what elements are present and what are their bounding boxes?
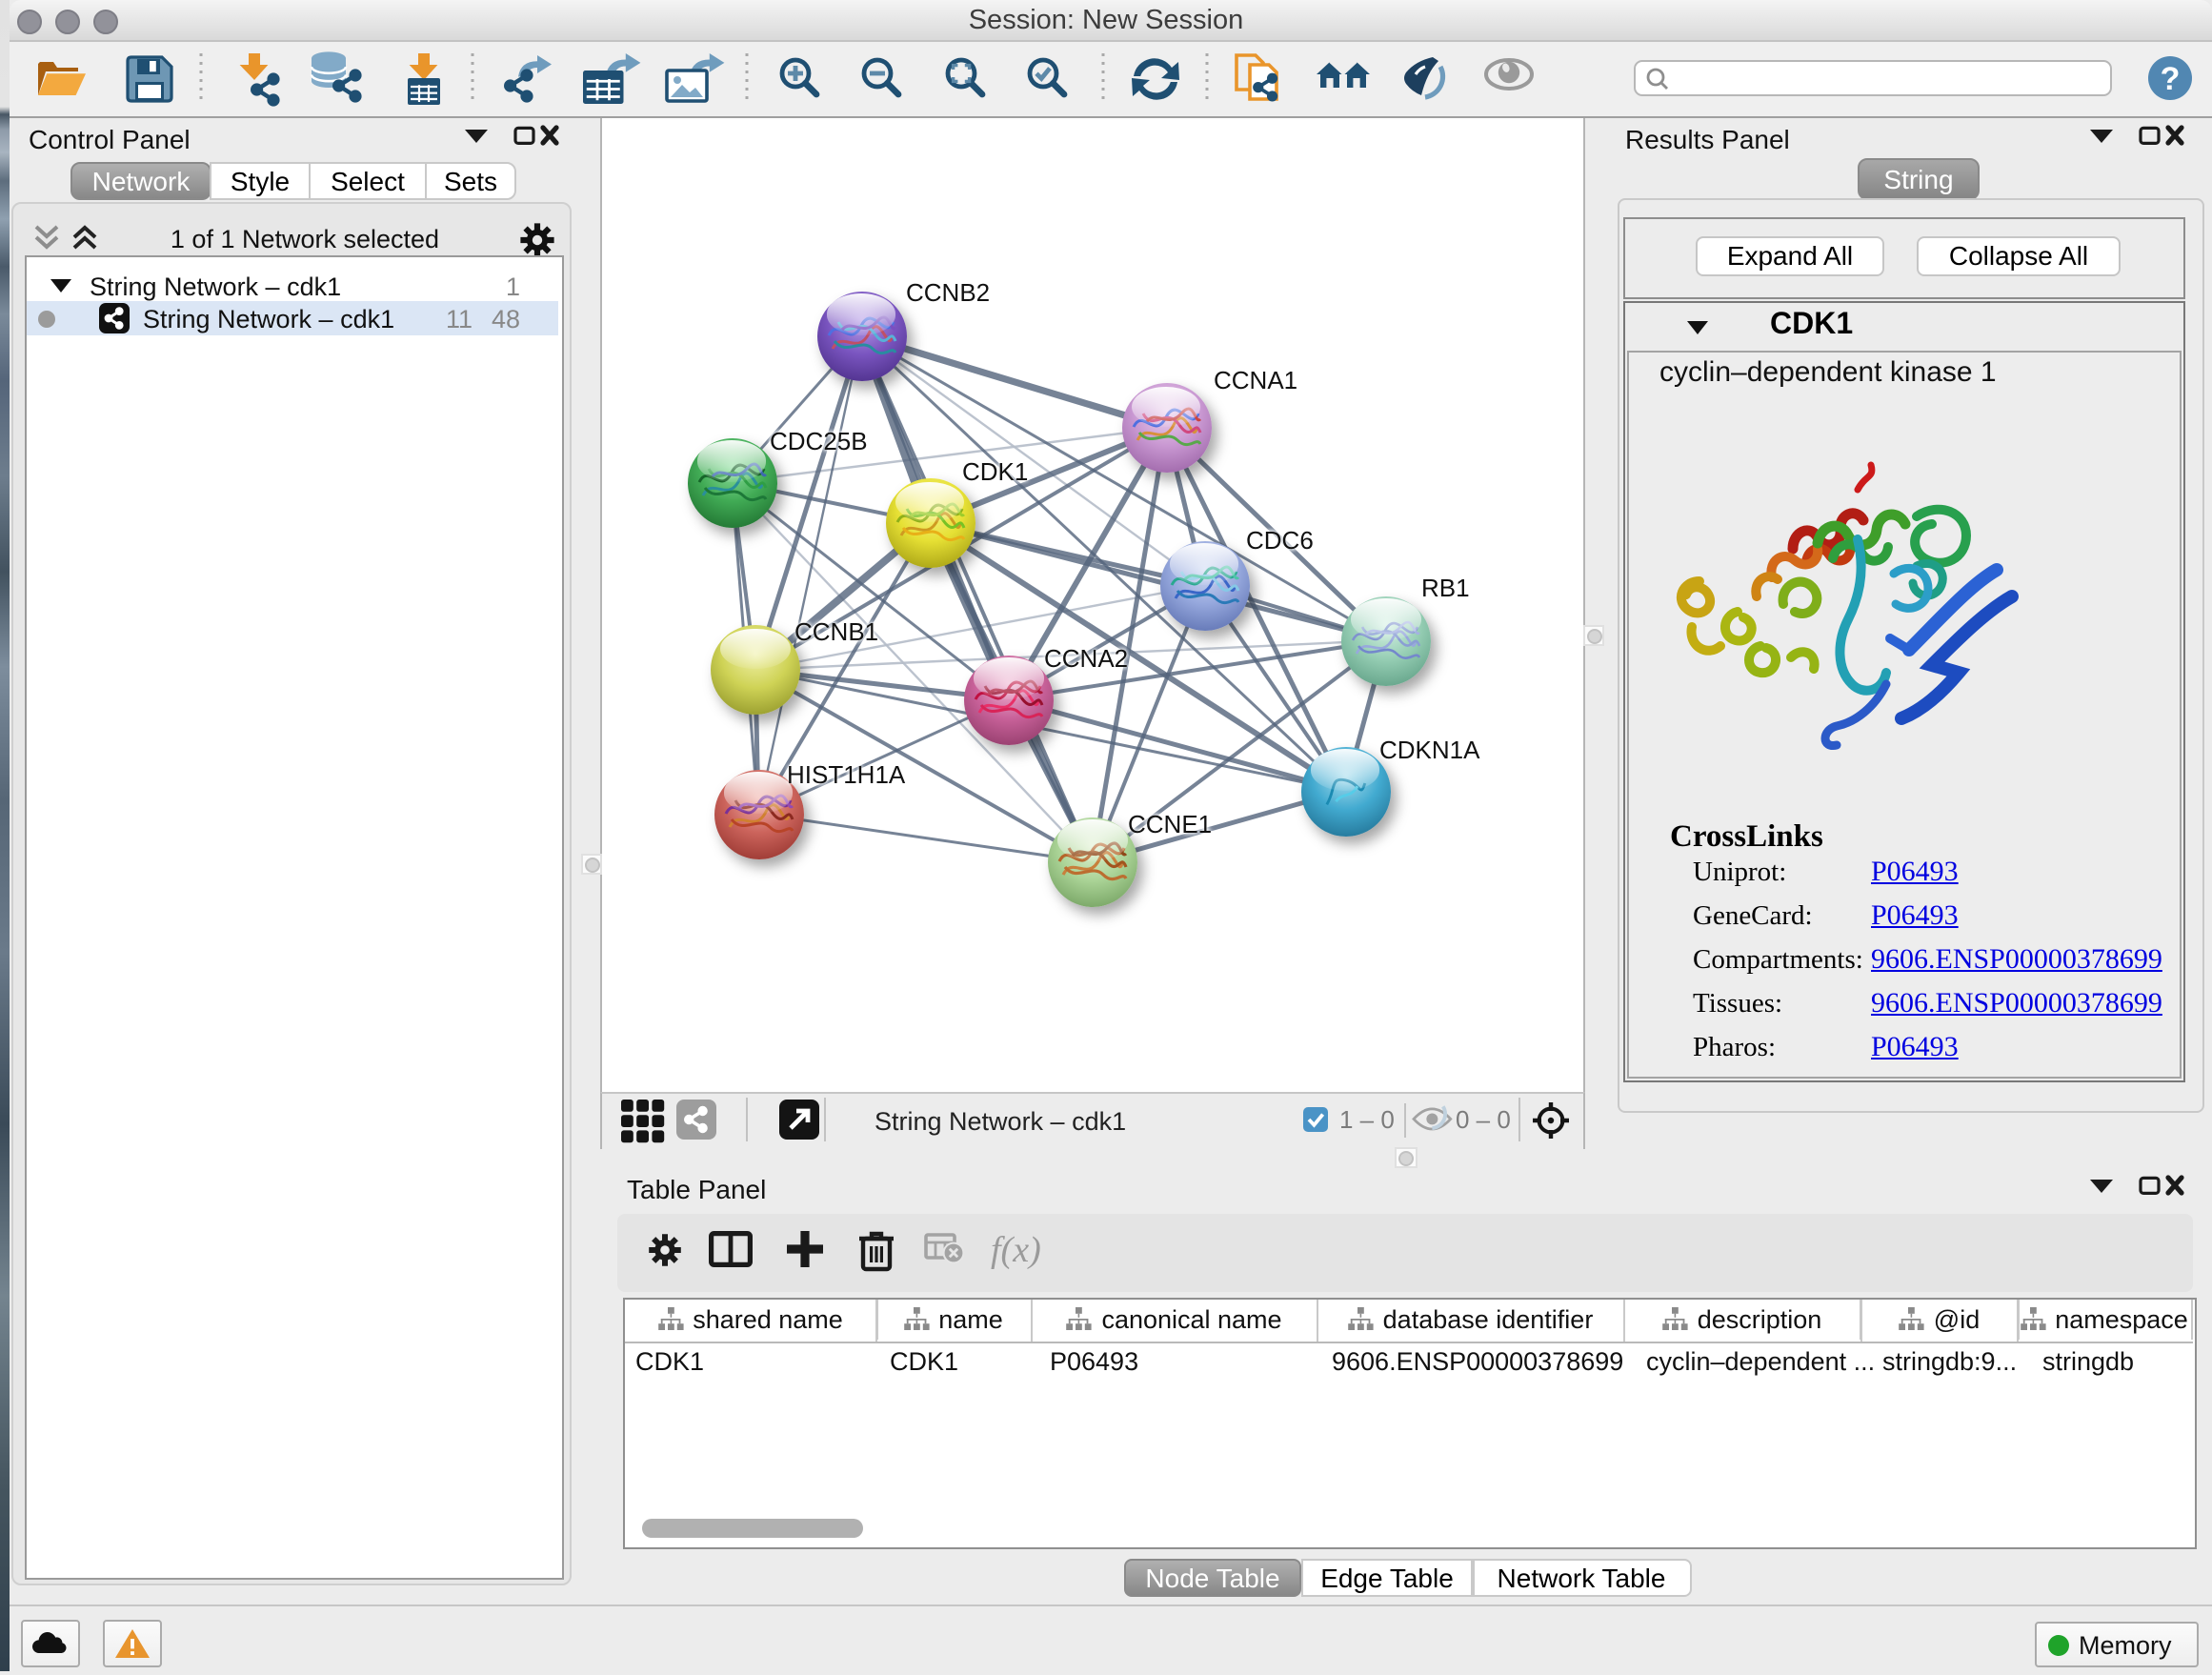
svg-text:0 – 0: 0 – 0 <box>1456 1105 1511 1134</box>
svg-text:1 – 0: 1 – 0 <box>1339 1105 1395 1134</box>
svg-text:?: ? <box>2161 61 2181 97</box>
svg-text:f(x): f(x) <box>991 1230 1041 1270</box>
